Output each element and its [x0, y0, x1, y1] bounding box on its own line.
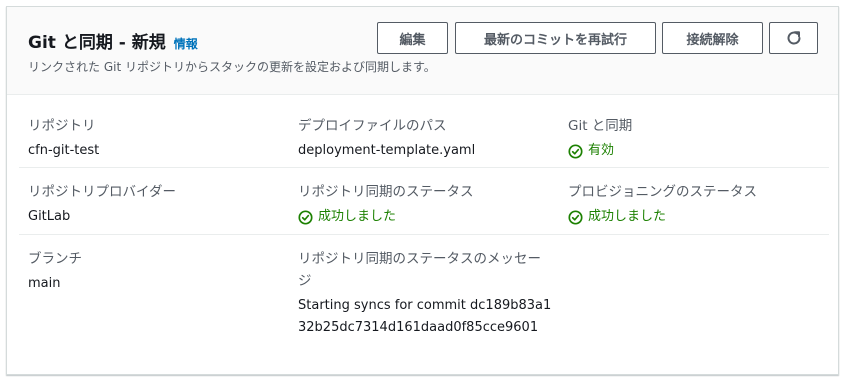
deployment-file-path-value: deployment-template.yaml	[298, 143, 476, 158]
repository-sync-status: 成功しました	[298, 206, 553, 228]
branch-value: main	[28, 276, 61, 291]
info-link[interactable]: 情報	[174, 35, 198, 52]
deployment-file-path-field: デプロイファイルのパス deployment-template.yaml	[298, 115, 553, 162]
provisioning-status: 成功しました	[568, 206, 823, 228]
edit-button[interactable]: 編集	[377, 22, 448, 54]
details-row: ブランチ main リポジトリ同期のステータスのメッセージ Starting s…	[7, 234, 838, 374]
repository-sync-message-value: Starting syncs for commit dc189b83a132b2…	[298, 298, 552, 335]
retry-latest-commit-button[interactable]: 最新のコミットを再試行	[455, 22, 656, 54]
repository-value: cfn-git-test	[28, 143, 100, 158]
check-circle-icon	[568, 143, 583, 159]
repository-provider-field: リポジトリプロバイダー GitLab	[28, 181, 283, 228]
branch-label: ブランチ	[28, 251, 82, 267]
git-sync-status: 有効	[568, 140, 823, 162]
provisioning-status-value: 成功しました	[588, 209, 667, 224]
git-sync-value: 有効	[588, 143, 615, 158]
git-sync-panel: Git と同期 - 新規 情報 リンクされた Git リポジトリからスタックの更…	[6, 6, 839, 375]
branch-field: ブランチ main	[28, 248, 283, 295]
details-row: リポジトリプロバイダー GitLab リポジトリ同期のステータス 成功しました …	[7, 167, 838, 234]
refresh-icon	[787, 31, 801, 45]
title-row: Git と同期 - 新規 情報	[28, 28, 198, 53]
refresh-button[interactable]	[769, 22, 818, 54]
repository-sync-status-label: リポジトリ同期のステータス	[298, 184, 474, 200]
panel-header: Git と同期 - 新規 情報 リンクされた Git リポジトリからスタックの更…	[7, 7, 838, 95]
git-sync-label: Git と同期	[568, 118, 633, 134]
repository-provider-value: GitLab	[28, 209, 71, 224]
panel-description: リンクされた Git リポジトリからスタックの更新を設定および同期します。	[28, 60, 436, 74]
details-row: リポジトリ cfn-git-test デプロイファイルのパス deploymen…	[7, 96, 838, 167]
provisioning-status-field: プロビジョニングのステータス 成功しました	[568, 181, 823, 228]
deployment-file-path-label: デプロイファイルのパス	[298, 118, 447, 134]
panel-title: Git と同期 - 新規	[28, 33, 166, 53]
repository-sync-message-field: リポジトリ同期のステータスのメッセージ Starting syncs for c…	[298, 248, 553, 339]
repository-label: リポジトリ	[28, 118, 96, 134]
provisioning-status-label: プロビジョニングのステータス	[568, 184, 757, 200]
disconnect-button[interactable]: 接続解除	[662, 22, 763, 54]
repository-sync-status-value: 成功しました	[318, 209, 397, 224]
repository-sync-status-field: リポジトリ同期のステータス 成功しました	[298, 181, 553, 228]
repository-field: リポジトリ cfn-git-test	[28, 115, 283, 162]
git-sync-field: Git と同期 有効	[568, 115, 823, 162]
check-circle-icon	[298, 209, 313, 225]
repository-provider-label: リポジトリプロバイダー	[28, 184, 176, 200]
repository-sync-message-label: リポジトリ同期のステータスのメッセージ	[298, 251, 541, 289]
check-circle-icon	[568, 209, 583, 225]
